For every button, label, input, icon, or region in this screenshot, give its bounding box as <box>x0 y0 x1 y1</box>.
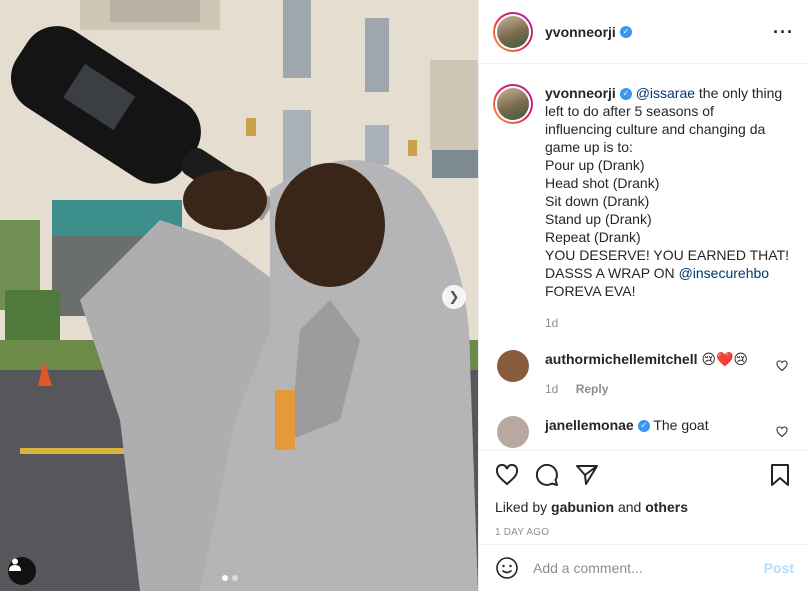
caption-line: DASSS A WRAP ON <box>545 265 675 281</box>
caption-line: Repeat (Drank) <box>545 229 641 245</box>
like-heart-icon[interactable] <box>495 463 519 487</box>
post-date[interactable]: 1 DAY AGO <box>495 527 792 538</box>
commenter-username[interactable]: janellemonae <box>545 417 634 433</box>
author-avatar[interactable] <box>493 11 533 52</box>
save-bookmark-icon[interactable] <box>768 463 792 487</box>
verified-badge-icon: ✓ <box>619 88 632 101</box>
post-actions: Liked by gabunion and others 1 DAY AGO <box>479 450 808 544</box>
liked-and: and <box>617 499 642 515</box>
photo-illustration <box>0 0 478 591</box>
author-username[interactable]: yvonneorji <box>545 24 616 40</box>
post-side-panel: yvonneorji ✓ ··· yvonneorji ✓ @issarae th… <box>478 0 808 591</box>
share-paper-plane-icon[interactable] <box>575 463 599 487</box>
commenter-avatar[interactable] <box>497 416 529 448</box>
comment-input[interactable] <box>533 560 764 576</box>
liked-by-others[interactable]: others <box>645 499 688 515</box>
liked-by-user[interactable]: gabunion <box>551 499 614 515</box>
caption-age: 1d <box>545 316 559 330</box>
caption-line: FOREVA EVA! <box>545 283 636 299</box>
comment-text: 😢❤️😢 <box>701 351 748 367</box>
post-comment-button[interactable]: Post <box>764 560 794 576</box>
caption-line: Sit down (Drank) <box>545 193 650 209</box>
caption-mention-2[interactable]: @insecurehbo <box>679 265 770 281</box>
liked-by-text: Liked by gabunion and others <box>495 499 792 515</box>
reply-button[interactable]: Reply <box>576 382 609 396</box>
caption-line: Pour up (Drank) <box>545 157 645 173</box>
post-photo[interactable]: ❯ <box>0 0 478 591</box>
carousel-dot-active <box>222 575 228 581</box>
verified-badge-icon: ✓ <box>619 25 632 38</box>
like-comment-heart-icon[interactable] <box>776 360 788 372</box>
comment-text: The goat <box>653 417 709 433</box>
tagged-users-button[interactable] <box>8 557 36 585</box>
caption-line: YOU DESERVE! YOU EARNED THAT! <box>545 247 790 263</box>
carousel-dot <box>232 575 238 581</box>
caption-username[interactable]: yvonneorji <box>545 85 616 101</box>
caption-line: game up is to: <box>545 139 633 155</box>
emoji-smiley-icon[interactable] <box>495 556 519 580</box>
caption-line: Stand up (Drank) <box>545 211 652 227</box>
comments-list[interactable]: yvonneorji ✓ @issarae the only thing left… <box>479 64 808 450</box>
next-image-button[interactable]: ❯ <box>442 285 466 309</box>
comment-bubble-icon[interactable] <box>535 463 559 487</box>
commenter-avatar[interactable] <box>497 350 529 382</box>
add-comment-bar: Post <box>479 544 808 591</box>
post-header: yvonneorji ✓ ··· <box>479 0 808 64</box>
commenter-username[interactable]: authormichellemitchell <box>545 351 697 367</box>
verified-badge-icon: ✓ <box>637 420 650 433</box>
caption-avatar[interactable] <box>493 84 533 124</box>
user-icon <box>9 558 21 571</box>
comment-item: authormichellemitchell 😢❤️😢 1d Reply <box>493 350 792 398</box>
post-caption: yvonneorji ✓ @issarae the only thing left… <box>493 84 792 332</box>
caption-line: left to do after 5 seasons of <box>545 103 714 119</box>
caption-mention[interactable]: @issarae <box>636 85 695 101</box>
like-comment-heart-icon[interactable] <box>776 426 788 438</box>
comment-item: janellemonae ✓ The goat <box>493 416 792 448</box>
carousel-dots <box>222 575 238 581</box>
comment-age: 1d <box>545 382 559 396</box>
liked-prefix: Liked by <box>495 499 548 515</box>
caption-line: Head shot (Drank) <box>545 175 660 191</box>
caption-line: influencing culture and changing da <box>545 121 766 137</box>
caption-text: the only thing <box>698 85 783 101</box>
more-horizontal-icon[interactable]: ··· <box>773 22 794 43</box>
